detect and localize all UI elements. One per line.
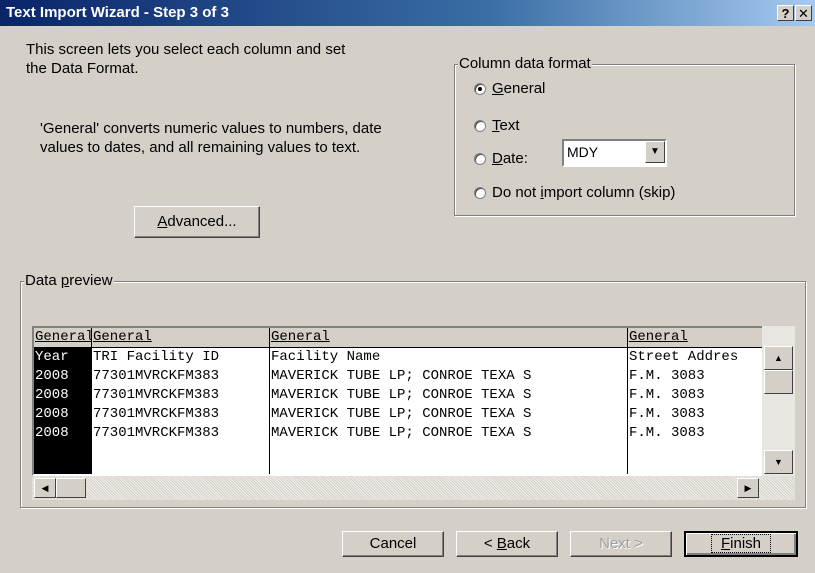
scroll-up-button[interactable]: ▲ [764, 346, 793, 370]
intro-line-2: the Data Format. [26, 60, 139, 77]
radio-general-indicator[interactable] [474, 82, 486, 95]
table-cell: 77301MVRCKFM383 [93, 387, 220, 403]
help-button[interactable]: ? [777, 5, 794, 21]
general-desc-line-1: 'General' converts numeric values to num… [40, 120, 382, 137]
column-format-legend: Column data format [458, 55, 592, 72]
general-description: 'General' converts numeric values to num… [40, 119, 382, 157]
close-button[interactable]: ✕ [795, 5, 812, 21]
column-header-1[interactable]: General [34, 328, 92, 348]
radio-skip[interactable]: Do not import column (skip) [474, 184, 675, 201]
finish-focus-rect: Finish [710, 534, 772, 553]
table-cell: MAVERICK TUBE LP; CONROE TEXA S [271, 368, 532, 384]
table-cell: 2008 [35, 368, 69, 384]
window-title: Text Import Wizard - Step 3 of 3 [6, 4, 229, 21]
scroll-right-button[interactable]: ▶ [737, 478, 759, 498]
horizontal-scrollbar[interactable]: ◀ ▶ [32, 476, 795, 500]
table-cell: MAVERICK TUBE LP; CONROE TEXA S [271, 387, 532, 403]
data-preview-legend: Data preview [24, 272, 114, 289]
column-header-2[interactable]: General [92, 328, 270, 348]
table-cell: F.M. 3083 [629, 406, 705, 422]
table-cell: 77301MVRCKFM383 [93, 406, 220, 422]
back-button[interactable]: < Back [456, 531, 558, 557]
table-cell: Year [35, 349, 69, 365]
radio-text[interactable]: Text [474, 117, 520, 134]
general-desc-line-2: values to dates, and all remaining value… [40, 139, 361, 156]
advanced-button[interactable]: Advanced... [134, 206, 260, 238]
column-header-3[interactable]: General [270, 328, 628, 348]
vertical-scrollbar[interactable]: ▲ ▼ [762, 326, 795, 476]
radio-date-label: Date: [492, 150, 528, 167]
table-cell: MAVERICK TUBE LP; CONROE TEXA S [271, 406, 532, 422]
radio-general-label: General [492, 80, 546, 97]
next-button[interactable]: Next > [570, 531, 672, 557]
date-format-value: MDY [567, 144, 599, 160]
radio-date-indicator[interactable] [474, 152, 486, 165]
vertical-scroll-thumb[interactable] [764, 370, 793, 394]
scroll-down-button[interactable]: ▼ [764, 450, 793, 474]
intro-line-1: This screen lets you select each column … [26, 41, 346, 58]
arrow-right-icon: ▶ [744, 483, 752, 493]
close-icon: ✕ [798, 6, 809, 21]
table-cell: 77301MVRCKFM383 [93, 368, 220, 384]
column-header-4[interactable]: General [628, 328, 768, 348]
finish-button[interactable]: Finish [684, 531, 798, 557]
date-format-dropdown-button[interactable]: ▼ [645, 141, 665, 163]
radio-text-indicator[interactable] [474, 119, 486, 132]
table-cell: 2008 [35, 406, 69, 422]
radio-general[interactable]: General [474, 80, 545, 97]
table-cell: 2008 [35, 425, 69, 441]
radio-date[interactable]: Date: [474, 150, 528, 167]
table-cell: 2008 [35, 387, 69, 403]
table-cell: Street Addres [629, 349, 739, 365]
arrow-down-icon: ▼ [774, 457, 783, 467]
arrow-left-icon: ◀ [41, 483, 49, 493]
table-cell: F.M. 3083 [629, 425, 705, 441]
radio-skip-label: Do not import column (skip) [492, 184, 676, 201]
arrow-up-icon: ▲ [774, 353, 783, 363]
scroll-left-button[interactable]: ◀ [34, 478, 56, 498]
date-format-select[interactable]: MDY ▼ [562, 139, 667, 167]
table-cell: 77301MVRCKFM383 [93, 425, 220, 441]
chevron-down-icon: ▼ [650, 146, 660, 157]
horizontal-scroll-thumb[interactable] [56, 478, 86, 498]
help-icon: ? [781, 6, 790, 21]
table-cell: MAVERICK TUBE LP; CONROE TEXA S [271, 425, 532, 441]
title-bar: Text Import Wizard - Step 3 of 3 ? ✕ [0, 0, 815, 26]
table-cell: F.M. 3083 [629, 387, 705, 403]
intro-text: This screen lets you select each column … [26, 40, 345, 78]
table-cell: TRI Facility ID [93, 349, 220, 365]
radio-text-label: Text [492, 117, 520, 134]
table-cell: F.M. 3083 [629, 368, 705, 384]
table-cell: Facility Name [271, 349, 381, 365]
data-preview-grid[interactable]: General General General General Year TRI… [32, 326, 795, 476]
cancel-button[interactable]: Cancel [342, 531, 444, 557]
radio-skip-indicator[interactable] [474, 186, 486, 199]
